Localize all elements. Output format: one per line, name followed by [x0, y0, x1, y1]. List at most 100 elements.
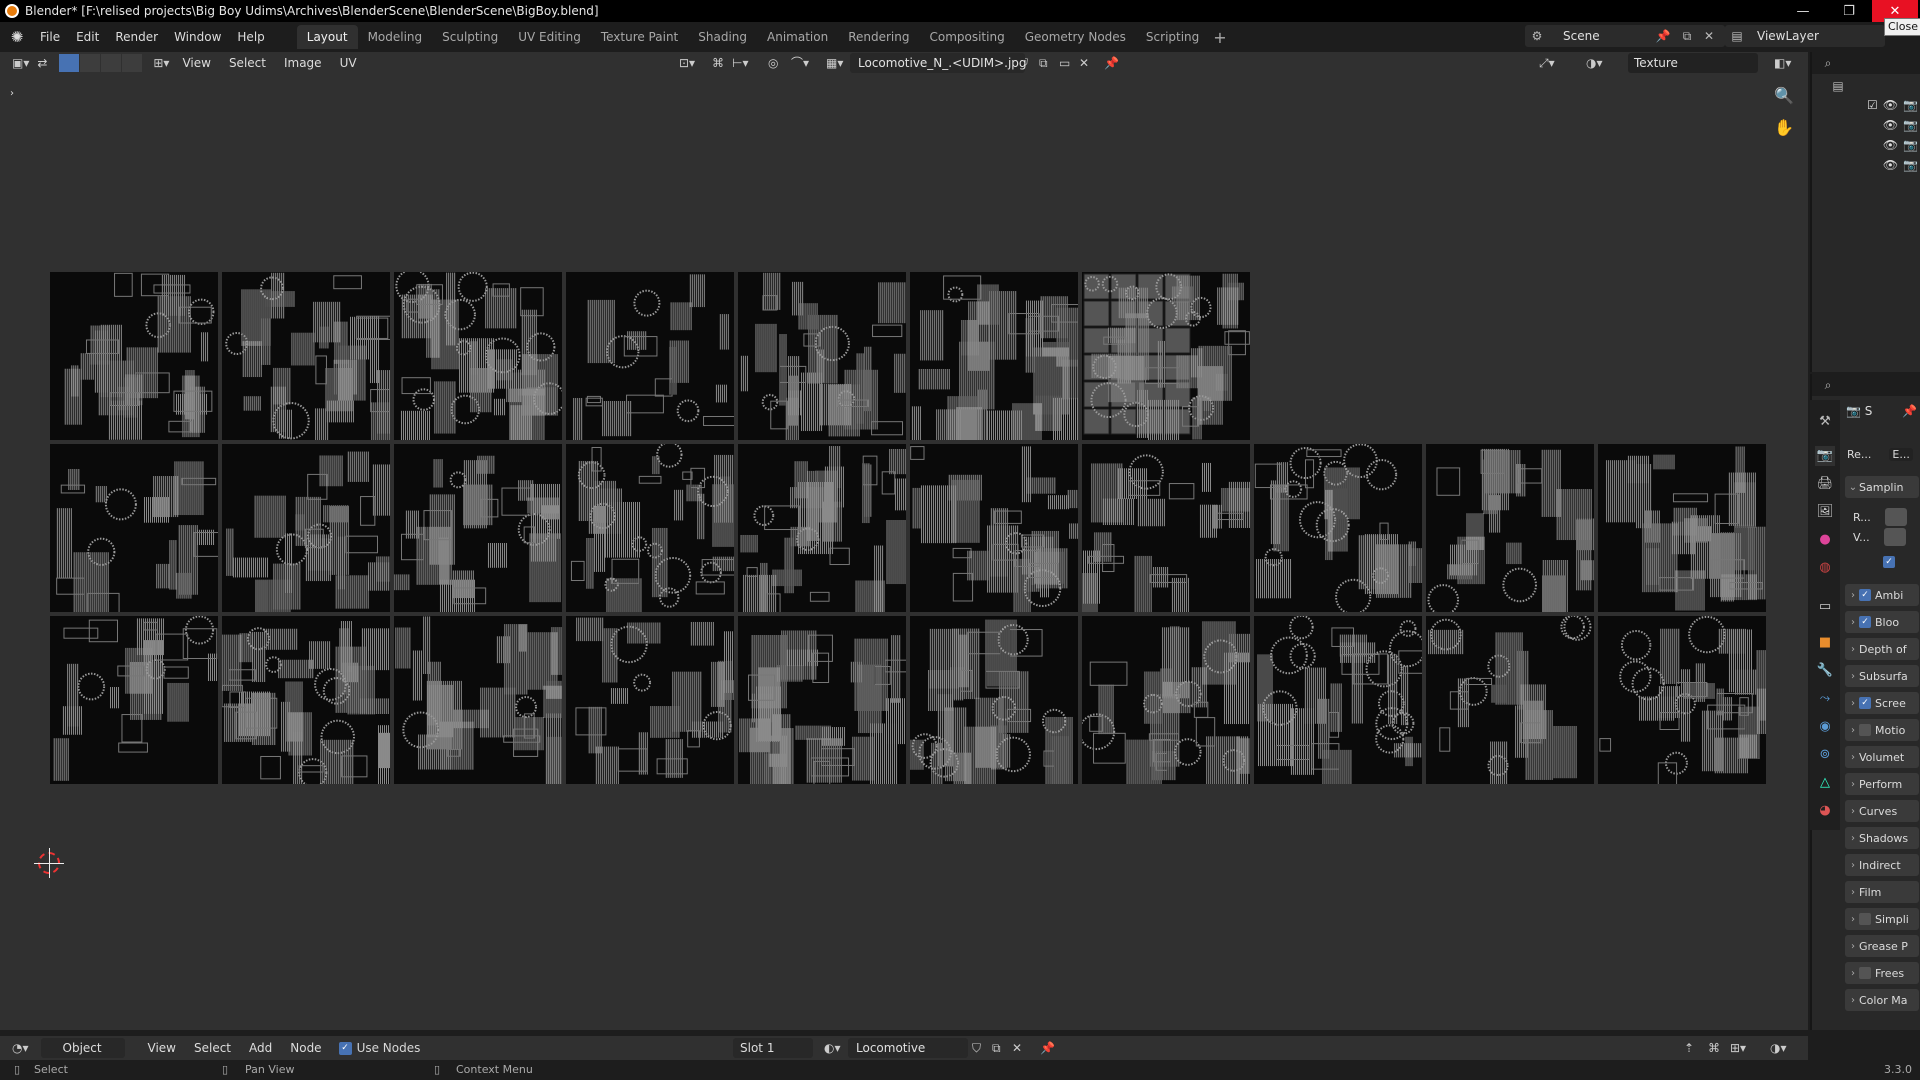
menu-select[interactable]: Select	[220, 52, 275, 74]
render-engine-row[interactable]: Re... E...	[1845, 443, 1919, 465]
display-channel-field[interactable]: Texture	[1628, 53, 1758, 73]
fake-user-icon[interactable]: ⛉	[968, 1039, 988, 1057]
properties-panel-header[interactable]: › Scree	[1845, 692, 1919, 714]
zoom-icon[interactable]: 🔍	[1772, 84, 1796, 108]
snap-icon[interactable]: ⌘	[708, 54, 728, 72]
view-layer-selector[interactable]: ▤ ViewLayer	[1725, 25, 1885, 47]
tab-rendering[interactable]: Rendering	[838, 25, 919, 49]
render-engine-dropdown[interactable]: E...	[1889, 447, 1913, 461]
pin-icon[interactable]: 📌	[1655, 28, 1671, 44]
sticky-mode-icon[interactable]: ⊞▾	[149, 54, 173, 72]
world-tab-icon[interactable]: ◍	[1815, 558, 1835, 578]
particles-tab-icon[interactable]: ⤳	[1815, 689, 1835, 709]
outliner-row-4[interactable]: 👁 📷	[1848, 158, 1918, 176]
search-icon[interactable]: ⌕	[1820, 55, 1836, 71]
pan-hand-icon[interactable]: ✋	[1772, 116, 1796, 140]
object-mode-dropdown[interactable]: Object	[40, 1038, 125, 1058]
outliner-search-bar[interactable]: ⌕	[1812, 52, 1920, 74]
panel-enable-checkbox[interactable]	[1859, 697, 1871, 709]
viewport-samples-row[interactable]: V...	[1845, 526, 1919, 548]
menu-view[interactable]: View	[139, 1037, 185, 1059]
proportional-edit-icon[interactable]: ◎	[764, 54, 784, 72]
properties-panel-header[interactable]: › Shadows	[1845, 827, 1919, 849]
scene-selector[interactable]: ⚙ Scene 📌 ⧉ ✕	[1525, 25, 1725, 47]
minimize-button[interactable]: —	[1780, 0, 1826, 22]
material-tab-icon[interactable]: ◕	[1815, 801, 1835, 821]
properties-panel-header[interactable]: › Curves	[1845, 800, 1919, 822]
data-tab-icon[interactable]: △	[1815, 773, 1835, 793]
uv-image-canvas[interactable]: 🔍 ✋ ›	[0, 74, 1808, 1030]
snap-target-icon[interactable]: ⊢▾	[728, 54, 752, 72]
unlink-material-icon[interactable]: ✕	[1008, 1039, 1028, 1057]
panel-enable-checkbox[interactable]	[1859, 967, 1871, 979]
properties-panel-header[interactable]: › Frees	[1845, 962, 1919, 984]
delete-scene-icon[interactable]: ✕	[1701, 28, 1717, 44]
output-tab-icon[interactable]: 🖨	[1815, 474, 1835, 494]
material-name-field[interactable]: Locomotive	[848, 1038, 968, 1058]
vertex-select-icon[interactable]	[59, 54, 80, 72]
properties-panel-header[interactable]: › Bloo	[1845, 611, 1919, 633]
properties-panel-header[interactable]: › Ambi	[1845, 584, 1919, 606]
eye-icon[interactable]: 👁	[1883, 158, 1898, 176]
camera-icon[interactable]: 📷	[1903, 158, 1918, 176]
unlink-image-icon[interactable]: ✕	[1075, 54, 1095, 72]
outliner-row-2[interactable]: 👁 📷	[1848, 118, 1918, 136]
display-channels-icon[interactable]: ◧▾	[1770, 54, 1795, 72]
toolbar-expand-icon[interactable]: ›	[0, 82, 24, 106]
add-workspace-icon[interactable]: +	[1213, 28, 1226, 47]
properties-panel-header[interactable]: › Volumet	[1845, 746, 1919, 768]
viewport-denoise-row[interactable]	[1845, 551, 1919, 573]
constraints-tab-icon[interactable]: ⊚	[1815, 745, 1835, 765]
outliner-row-3[interactable]: 👁 📷	[1848, 138, 1918, 156]
parent-node-icon[interactable]: ⇡	[1680, 1039, 1700, 1057]
tab-compositing[interactable]: Compositing	[919, 25, 1014, 49]
menu-window[interactable]: Window	[166, 22, 229, 52]
tab-animation[interactable]: Animation	[757, 25, 838, 49]
physics-tab-icon[interactable]: ◉	[1815, 717, 1835, 737]
panel-enable-checkbox[interactable]	[1859, 724, 1871, 736]
collection-tab-icon[interactable]: ▭	[1815, 597, 1835, 617]
menu-image[interactable]: Image	[275, 52, 331, 74]
camera-icon[interactable]: 📷	[1903, 118, 1918, 136]
properties-panel-header[interactable]: › Subsurfa	[1845, 665, 1919, 687]
menu-view[interactable]: View	[173, 52, 219, 74]
new-material-icon[interactable]: ⧉	[988, 1039, 1008, 1057]
properties-panel-header[interactable]: › Grease P	[1845, 935, 1919, 957]
pin-icon[interactable]: 📌	[1902, 404, 1917, 418]
properties-panel-header[interactable]: › Perform	[1845, 773, 1919, 795]
pin-image-icon[interactable]: 📌	[1100, 54, 1123, 72]
menu-select[interactable]: Select	[185, 1037, 240, 1059]
face-select-icon[interactable]	[101, 54, 122, 72]
menu-file[interactable]: File	[32, 22, 68, 52]
image-name-field[interactable]: Locomotive_N_.<UDIM>.jpg	[850, 53, 1027, 73]
use-nodes-toggle[interactable]: ✓ Use Nodes	[338, 1041, 420, 1055]
render-samples-field[interactable]	[1884, 508, 1907, 526]
pivot-icon[interactable]: ⊡▾	[675, 54, 699, 72]
blender-logo-icon[interactable]: ✺	[8, 28, 26, 46]
camera-icon[interactable]: 📷	[1903, 138, 1918, 156]
eye-icon[interactable]: 👁	[1883, 138, 1898, 156]
use-nodes-checkbox[interactable]: ✓	[338, 1041, 352, 1055]
modifier-tab-icon[interactable]: 🔧	[1815, 661, 1835, 681]
snap-icon[interactable]: ⌘	[1704, 1039, 1724, 1057]
material-slot-dropdown[interactable]: Slot 1	[733, 1038, 813, 1058]
island-select-icon[interactable]	[122, 54, 143, 72]
gizmo-toggle-icon[interactable]: ⤢▾	[1535, 54, 1559, 72]
falloff-icon[interactable]: ⌒▾	[787, 54, 813, 72]
tab-uv-editing[interactable]: UV Editing	[508, 25, 591, 49]
scene-tab-icon[interactable]: ●	[1815, 530, 1835, 550]
tab-texture-paint[interactable]: Texture Paint	[591, 25, 688, 49]
properties-panel-header[interactable]: › Film	[1845, 881, 1919, 903]
checkbox-icon[interactable]: ☑	[1867, 98, 1878, 116]
menu-edit[interactable]: Edit	[68, 22, 107, 52]
tool-tab-icon[interactable]: ⚒	[1815, 412, 1835, 432]
menu-help[interactable]: Help	[229, 22, 272, 52]
uv-sync-icon[interactable]: ⇄	[33, 54, 53, 72]
render-tab-icon[interactable]: 📷	[1815, 446, 1835, 466]
eye-icon[interactable]: 👁	[1883, 98, 1898, 116]
tab-shading[interactable]: Shading	[688, 25, 757, 49]
menu-node[interactable]: Node	[281, 1037, 330, 1059]
tab-scripting[interactable]: Scripting	[1136, 25, 1209, 49]
snap-settings-icon[interactable]: ⊞▾	[1726, 1039, 1750, 1057]
camera-icon[interactable]: 📷	[1903, 98, 1918, 116]
